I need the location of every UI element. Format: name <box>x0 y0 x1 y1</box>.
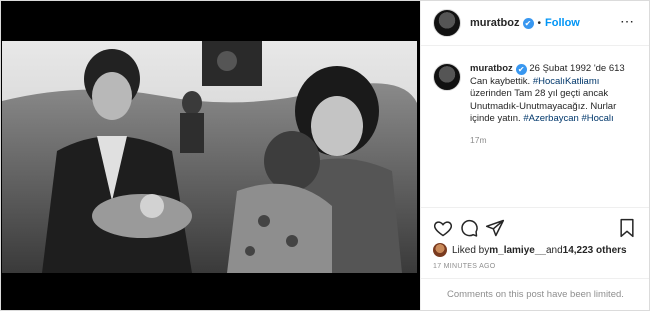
avatar[interactable] <box>433 9 461 37</box>
verified-icon: ✔ <box>515 64 527 75</box>
post-timestamp[interactable]: 17 MINUTES AGO <box>433 263 496 270</box>
author-username[interactable]: muratboz <box>470 17 520 29</box>
likes-middle: and <box>545 244 563 256</box>
likes-prefix: Liked by <box>452 244 490 256</box>
more-icon[interactable]: ⋯ <box>620 13 635 30</box>
hashtag-link[interactable]: #Azerbaycan <box>523 113 578 124</box>
likes-count[interactable]: 14,223 others <box>563 245 627 256</box>
liker-username[interactable]: m_lamiye__ <box>489 245 546 256</box>
follow-button[interactable]: Follow <box>545 17 580 29</box>
post-media <box>1 1 420 310</box>
caption-timestamp: 17m <box>470 134 487 145</box>
post-header: muratboz ✔ • Follow ⋯ <box>421 1 649 46</box>
hashtag-link[interactable]: #HocalıKatliamı <box>533 76 600 87</box>
avatar[interactable] <box>433 63 461 91</box>
verified-icon: ✔ <box>522 17 534 29</box>
share-icon[interactable] <box>485 218 505 238</box>
hashtag-link[interactable]: #Hocalı <box>581 113 613 124</box>
action-bar <box>421 207 649 243</box>
bookmark-icon[interactable] <box>617 218 637 238</box>
post-sidebar: muratboz ✔ • Follow ⋯ muratboz ✔ 26 Şubat… <box>420 1 649 310</box>
caption: muratboz ✔ 26 Şubat 1992 'de 613 Can kayb… <box>433 63 643 146</box>
post-photo[interactable] <box>2 41 417 273</box>
heart-icon[interactable] <box>433 218 453 238</box>
likes-summary: Liked by m_lamiye__ and 14,223 others <box>433 243 627 257</box>
caption-text: muratboz ✔ 26 Şubat 1992 'de 613 Can kayb… <box>470 63 643 146</box>
comment-icon[interactable] <box>459 218 479 238</box>
separator-dot: • <box>537 17 542 29</box>
comments-limited-notice: Comments on this post have been limited. <box>421 278 649 310</box>
liker-avatar[interactable] <box>433 243 447 257</box>
post-dialog: muratboz ✔ • Follow ⋯ muratboz ✔ 26 Şubat… <box>0 0 650 311</box>
caption-username[interactable]: muratboz <box>470 63 513 74</box>
